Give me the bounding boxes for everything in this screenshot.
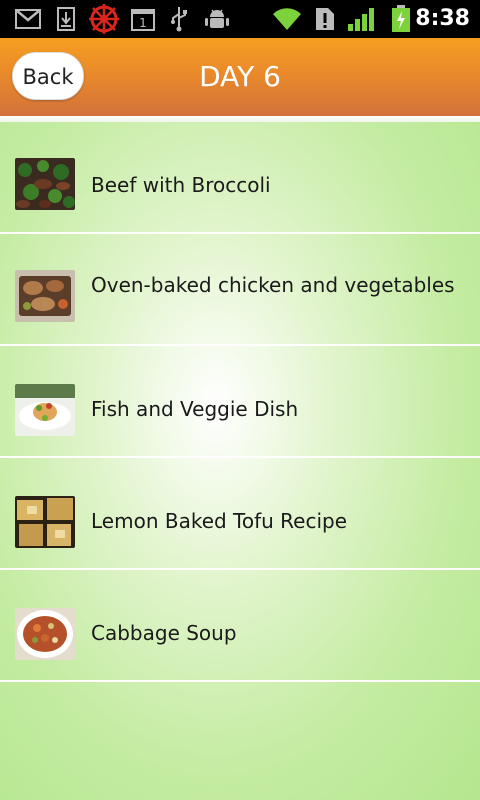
recipe-row-beef-broccoli[interactable]: Beef with Broccoli: [0, 122, 480, 234]
recipe-label: Beef with Broccoli: [91, 173, 271, 197]
recipe-list: Beef with Broccoli Oven-baked chicken an…: [0, 122, 480, 800]
recipe-label: Oven-baked chicken and vegetables: [91, 273, 455, 297]
alert-icon: [314, 6, 336, 32]
gmail-icon: [14, 6, 42, 32]
fish-veggie-photo: [15, 384, 75, 436]
calendar-day-text: 1: [139, 16, 147, 30]
wifi-icon: [270, 6, 304, 32]
usb-icon: [168, 6, 190, 32]
recipe-row-chicken-vegetables[interactable]: Oven-baked chicken and vegetables: [0, 234, 480, 346]
beef-broccoli-photo: [15, 158, 75, 210]
recipe-label: Fish and Veggie Dish: [91, 397, 299, 421]
status-time: 8:38: [415, 6, 470, 31]
recipe-label: Cabbage Soup: [91, 621, 237, 645]
recipe-row-lemon-tofu[interactable]: Lemon Baked Tofu Recipe: [0, 458, 480, 570]
recipe-label: Lemon Baked Tofu Recipe: [91, 509, 348, 533]
android-debug-icon: [203, 6, 231, 32]
app-header: DAY 6 Back: [0, 38, 480, 116]
chicken-vegetables-photo: [15, 270, 75, 322]
calendar-icon: 1: [130, 6, 156, 32]
back-button[interactable]: Back: [12, 52, 84, 100]
page-title: DAY 6: [199, 60, 281, 93]
recipe-row-fish-veggie[interactable]: Fish and Veggie Dish: [0, 346, 480, 458]
lemon-tofu-photo: [15, 496, 75, 548]
battery-icon: [390, 5, 412, 32]
signal-icon: [346, 6, 378, 32]
cabbage-soup-photo: [15, 608, 75, 660]
download-icon: [54, 6, 78, 32]
status-bar: 1 8:38: [0, 0, 480, 38]
settings-wheel-icon: [88, 3, 120, 35]
recipe-row-cabbage-soup[interactable]: Cabbage Soup: [0, 570, 480, 682]
